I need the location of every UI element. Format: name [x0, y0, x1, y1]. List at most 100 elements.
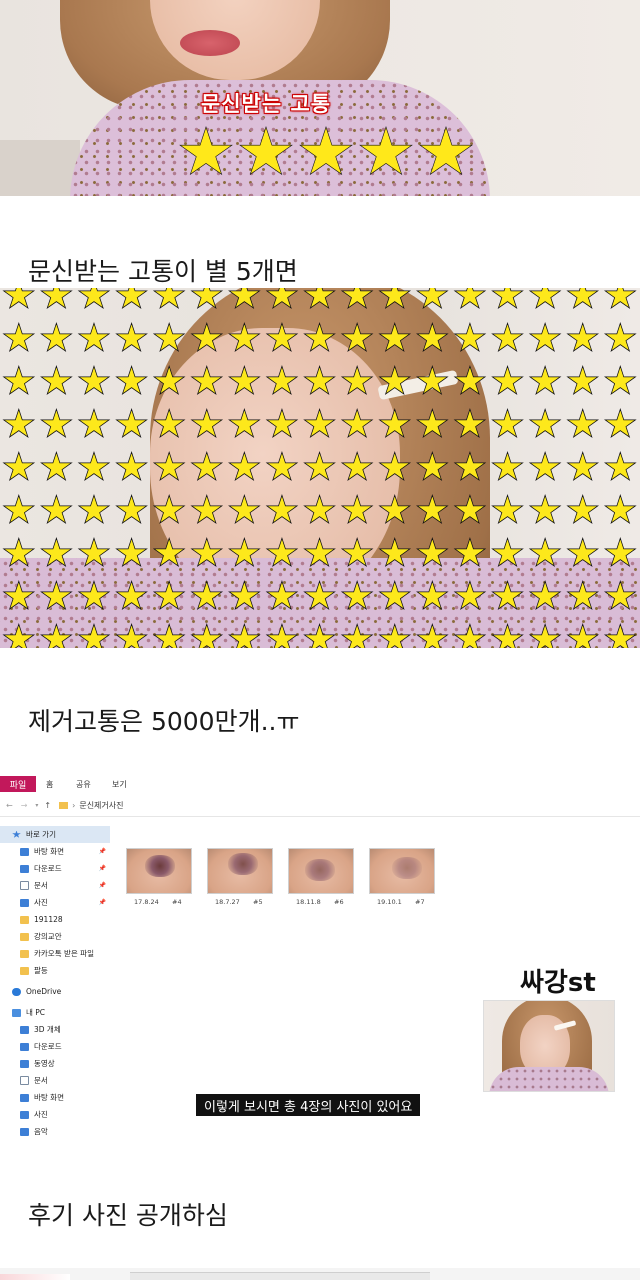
- star-icon: [566, 288, 600, 310]
- star-icon: [152, 494, 186, 525]
- nav-item[interactable]: 내 PC: [0, 1004, 110, 1021]
- grid-cell: [376, 575, 414, 618]
- folder-icon: [20, 949, 29, 958]
- grid-cell: [451, 618, 489, 648]
- file-number-label: #6: [334, 898, 344, 906]
- star-fill: [343, 410, 372, 436]
- star-fill: [456, 539, 484, 565]
- grid-cell: [451, 288, 489, 317]
- grid-cell: [0, 403, 38, 446]
- path-segment[interactable]: 문신제거사진: [79, 800, 123, 811]
- nav-item[interactable]: 바로 가기: [0, 826, 110, 843]
- star-fill: [192, 582, 221, 608]
- star-fill: [568, 625, 597, 648]
- star-fill: [343, 453, 372, 479]
- nav-item[interactable]: 팔등: [0, 962, 110, 979]
- forward-arrow-icon[interactable]: →: [21, 801, 28, 810]
- grid-cell: [38, 532, 76, 575]
- star-fill: [268, 324, 296, 350]
- star-icon: [528, 537, 562, 568]
- nav-item[interactable]: 사진 📌: [0, 894, 110, 911]
- star-icon: [40, 322, 73, 353]
- star-fill: [4, 453, 33, 479]
- recent-dropdown-icon[interactable]: ▾: [35, 802, 38, 809]
- nav-item-label: 문서: [34, 881, 48, 890]
- star-fill: [343, 324, 372, 350]
- star-icon: [115, 451, 148, 482]
- grid-cell: [75, 360, 113, 403]
- grid-cell: [188, 446, 226, 489]
- grid-cell: [226, 489, 264, 532]
- nav-item[interactable]: 3D 개체: [0, 1021, 110, 1038]
- file-thumbnail[interactable]: [126, 848, 192, 894]
- nav-item[interactable]: 사진: [0, 1106, 110, 1123]
- nav-item[interactable]: 바탕 화면 📌: [0, 843, 110, 860]
- star-icon: [378, 408, 412, 439]
- grid-cell: [150, 317, 188, 360]
- lips-shape: [180, 30, 240, 56]
- grid-cell: [150, 532, 188, 575]
- nav-item[interactable]: 강의교안: [0, 928, 110, 945]
- nav-item[interactable]: 문서 📌: [0, 877, 110, 894]
- star-fill: [380, 539, 409, 565]
- nav-item[interactable]: 다운로드 📌: [0, 860, 110, 877]
- star-fill: [117, 582, 146, 608]
- grid-cell: [226, 575, 264, 618]
- star-icon: [453, 494, 487, 525]
- nav-item[interactable]: 음악: [0, 1123, 110, 1140]
- grid-cell: [150, 360, 188, 403]
- tab-share[interactable]: 공유: [76, 779, 91, 790]
- document-icon: [20, 881, 29, 890]
- star-fill: [531, 496, 560, 522]
- nav-item[interactable]: 동영상: [0, 1055, 110, 1072]
- grid-cell: [338, 532, 376, 575]
- grid-cell: [414, 403, 452, 446]
- up-arrow-icon[interactable]: ↑: [44, 801, 51, 810]
- star-icon: [299, 126, 353, 176]
- nav-item[interactable]: 카카오톡 받은 파일: [0, 945, 110, 962]
- grid-cell: [526, 403, 564, 446]
- grid-cell: [564, 532, 602, 575]
- tab-file[interactable]: 파일: [0, 776, 36, 792]
- tab-home[interactable]: 홈: [46, 779, 53, 790]
- pictures-icon: [20, 898, 29, 907]
- star-fill: [42, 324, 71, 350]
- star-fill: [192, 410, 221, 436]
- star-icon: [566, 494, 600, 525]
- star-fill: [343, 539, 372, 565]
- nav-item[interactable]: 191128: [0, 911, 110, 928]
- address-bar[interactable]: ← → ▾ ↑ › 문신제거사진: [0, 796, 640, 814]
- star-icon: [228, 408, 261, 439]
- star-icon: [491, 288, 524, 310]
- nav-item[interactable]: OneDrive: [0, 983, 110, 1000]
- comment-line-2: 제거고통은 5000만개..ㅠ: [28, 707, 300, 736]
- grid-cell: [38, 360, 76, 403]
- star-icon: [228, 580, 261, 611]
- star-icon: [228, 623, 261, 648]
- nav-item[interactable]: 다운로드: [0, 1038, 110, 1055]
- grid-cell: [150, 575, 188, 618]
- file-thumbnail[interactable]: [288, 848, 354, 894]
- star-icon: [528, 288, 562, 310]
- file-thumbnail[interactable]: [207, 848, 273, 894]
- star-fill: [418, 496, 447, 522]
- star-icon: [152, 365, 186, 396]
- back-arrow-icon[interactable]: ←: [6, 801, 13, 810]
- star-fill: [305, 324, 334, 350]
- file-thumbnail[interactable]: [369, 848, 435, 894]
- star-fill: [80, 582, 108, 608]
- nav-item[interactable]: 문서: [0, 1072, 110, 1089]
- nav-item[interactable]: 바탕 화면: [0, 1089, 110, 1106]
- star-fill: [493, 539, 522, 565]
- star-fill: [418, 410, 447, 436]
- grid-cell: [376, 360, 414, 403]
- grid-cell: [113, 532, 151, 575]
- tab-view[interactable]: 보기: [112, 779, 127, 790]
- grid-cell: [263, 403, 301, 446]
- star-icon: [152, 408, 186, 439]
- star-fill: [4, 625, 33, 648]
- star-fill: [230, 410, 259, 436]
- nav-item-label: 내 PC: [26, 1008, 46, 1017]
- nav-item-label: 다운로드: [34, 1042, 62, 1051]
- grid-cell: [226, 317, 264, 360]
